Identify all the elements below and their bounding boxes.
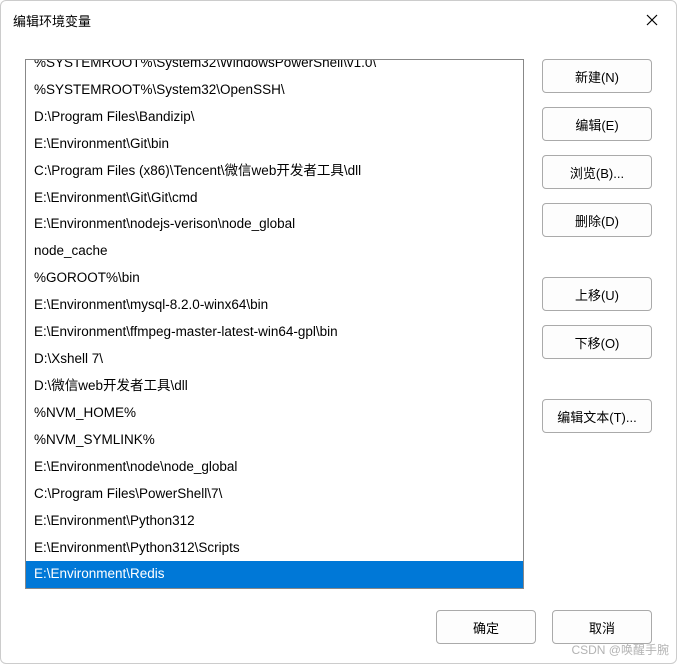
edit-button[interactable]: 编辑(E) [542,107,652,141]
list-item[interactable]: E:\Environment\nodejs-verison\node_globa… [26,211,523,238]
move-down-button[interactable]: 下移(O) [542,325,652,359]
list-item[interactable]: E:\Environment\ffmpeg-master-latest-win6… [26,319,523,346]
list-item[interactable]: E:\Environment\Git\bin [26,131,523,158]
path-listbox[interactable]: %SystemRoot%\System32\Wbem%SYSTEMROOT%\S… [25,59,524,589]
move-up-button[interactable]: 上移(U) [542,277,652,311]
delete-button[interactable]: 删除(D) [542,203,652,237]
list-item[interactable]: E:\Environment\mysql-8.2.0-winx64\bin [26,292,523,319]
list-item[interactable]: E:\Environment\node\node_global [26,454,523,481]
close-button[interactable] [640,8,664,32]
list-item[interactable]: %GOROOT%\bin [26,265,523,292]
list-item[interactable]: %NVM_HOME% [26,400,523,427]
new-button[interactable]: 新建(N) [542,59,652,93]
edit-text-button[interactable]: 编辑文本(T)... [542,399,652,433]
list-item[interactable]: E:\Environment\Python312 [26,508,523,535]
dialog-footer: 确定 取消 [1,607,676,663]
list-item[interactable]: node_cache [26,238,523,265]
close-icon [646,14,658,26]
cancel-button[interactable]: 取消 [552,610,652,644]
list-item[interactable]: E:\Environment\Git\Git\cmd [26,185,523,212]
list-item[interactable]: %SYSTEMROOT%\System32\OpenSSH\ [26,77,523,104]
list-item[interactable]: E:\Environment\Python312\Scripts [26,535,523,562]
list-item[interactable]: %NVM_SYMLINK% [26,427,523,454]
titlebar: 编辑环境变量 [1,1,676,39]
ok-button[interactable]: 确定 [436,610,536,644]
list-item[interactable]: E:\Environment\Redis [26,561,523,588]
browse-button[interactable]: 浏览(B)... [542,155,652,189]
list-item[interactable]: %SYSTEMROOT%\System32\WindowsPowerShell\… [26,59,523,77]
list-item[interactable]: C:\Program Files\PowerShell\7\ [26,481,523,508]
list-item[interactable]: D:\Program Files\Bandizip\ [26,104,523,131]
dialog-title: 编辑环境变量 [13,11,640,30]
list-item[interactable]: D:\微信web开发者工具\dll [26,373,523,400]
environment-variable-dialog: 编辑环境变量 %SystemRoot%\System32\Wbem%SYSTEM… [0,0,677,664]
side-buttons: 新建(N) 编辑(E) 浏览(B)... 删除(D) 上移(U) 下移(O) 编… [542,59,652,603]
dialog-content: %SystemRoot%\System32\Wbem%SYSTEMROOT%\S… [1,39,676,607]
list-item[interactable]: C:\Program Files (x86)\Tencent\微信web开发者工… [26,158,523,185]
list-item[interactable]: D:\Xshell 7\ [26,346,523,373]
listbox-wrap: %SystemRoot%\System32\Wbem%SYSTEMROOT%\S… [25,59,524,603]
